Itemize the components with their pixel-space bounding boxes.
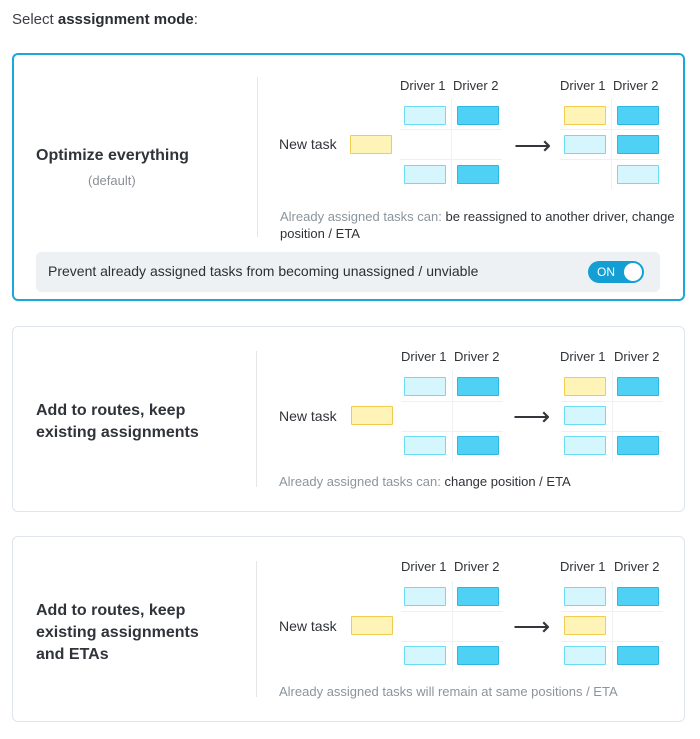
task-box [564,646,606,665]
grid-line [561,401,663,402]
after-driver-2-label: Driver 2 [614,349,660,364]
page-heading: Select asssignment mode: [12,11,198,28]
after-driver-1-label: Driver 1 [560,78,606,93]
task-box [457,436,499,455]
task-box [457,646,499,665]
grid-line [611,99,612,189]
task-box [617,165,659,184]
task-box [564,406,606,425]
before-driver-2-label: Driver 2 [453,78,499,93]
task-box [404,165,446,184]
prevent-unassign-label: Prevent already assigned tasks from beco… [48,263,479,279]
task-box [617,135,659,154]
task-box [457,377,499,396]
before-driver-2-label: Driver 2 [454,559,500,574]
new-task-box [350,135,392,154]
mode-card-keep-assignments-and-etas[interactable]: Add to routes, keep existing assignments… [12,536,685,722]
task-box [457,587,499,606]
grid-line [612,581,613,671]
grid-line [560,129,662,130]
new-task-label: New task [279,618,337,634]
task-box [457,165,499,184]
mode-note: Already assigned tasks can: be reassigne… [280,208,680,242]
task-box [457,106,499,125]
grid-line [612,371,613,461]
mode-note: Already assigned tasks will remain at sa… [279,683,679,700]
task-box [404,587,446,606]
heading-suffix: : [193,11,198,28]
heading-prefix: Select [12,11,58,28]
grid-line [451,99,452,189]
grid-line [400,159,502,160]
task-box [617,587,659,606]
before-driver-2-label: Driver 2 [454,349,500,364]
mode-title: Optimize everything [36,147,189,164]
new-task-label: New task [279,136,337,152]
divider [257,77,258,237]
arrow-right-icon: ⟶ [513,611,551,641]
task-box [617,377,659,396]
grid-line [401,431,503,432]
task-box [564,135,606,154]
grid-line [452,371,453,461]
new-task-box [564,377,606,396]
grid-line [561,611,663,612]
note-muted: Already assigned tasks will remain at sa… [279,684,618,699]
task-box [617,436,659,455]
grid-line [401,641,503,642]
grid-line [401,401,503,402]
mode-title: Add to routes, keep existing assignments… [36,602,199,663]
task-box [564,436,606,455]
task-box [617,106,659,125]
task-box [564,587,606,606]
after-driver-2-label: Driver 2 [614,559,660,574]
mode-card-optimize-everything[interactable]: Optimize everything (default) Driver 1 D… [12,53,685,301]
divider [256,351,257,487]
toggle-state-label: ON [597,265,615,279]
grid-line [452,581,453,671]
mode-subtitle: (default) [88,173,136,188]
grid-line [560,159,662,160]
before-driver-1-label: Driver 1 [400,78,446,93]
grid-line [400,129,502,130]
new-task-label: New task [279,408,337,424]
heading-bold: asssignment mode [57,11,194,28]
grid-line [561,431,663,432]
after-driver-1-label: Driver 1 [560,349,606,364]
before-driver-1-label: Driver 1 [401,349,447,364]
arrow-right-icon: ⟶ [513,401,551,431]
arrow-right-icon: ⟶ [514,130,552,160]
new-task-box [564,616,606,635]
mode-card-keep-assignments[interactable]: Add to routes, keep existing assignments… [12,326,685,512]
grid-line [561,641,663,642]
prevent-unassign-toggle[interactable]: ON [588,261,644,283]
grid-line [401,611,503,612]
mode-note: Already assigned tasks can: change posit… [279,473,679,490]
task-box [404,377,446,396]
prevent-unassign-option: Prevent already assigned tasks from beco… [36,252,660,292]
task-box [617,646,659,665]
note-muted: Already assigned tasks can: [280,209,442,224]
after-driver-1-label: Driver 1 [560,559,606,574]
note-text: change position / ETA [440,474,571,489]
new-task-box [351,616,393,635]
divider [256,561,257,697]
after-driver-2-label: Driver 2 [613,78,659,93]
task-box [404,646,446,665]
note-muted: Already assigned tasks can: [279,474,441,489]
task-box [404,106,446,125]
toggle-knob [624,263,642,281]
before-driver-1-label: Driver 1 [401,559,447,574]
task-box [404,436,446,455]
mode-title: Add to routes, keep existing assignments [36,402,199,441]
new-task-box [351,406,393,425]
new-task-box [564,106,606,125]
